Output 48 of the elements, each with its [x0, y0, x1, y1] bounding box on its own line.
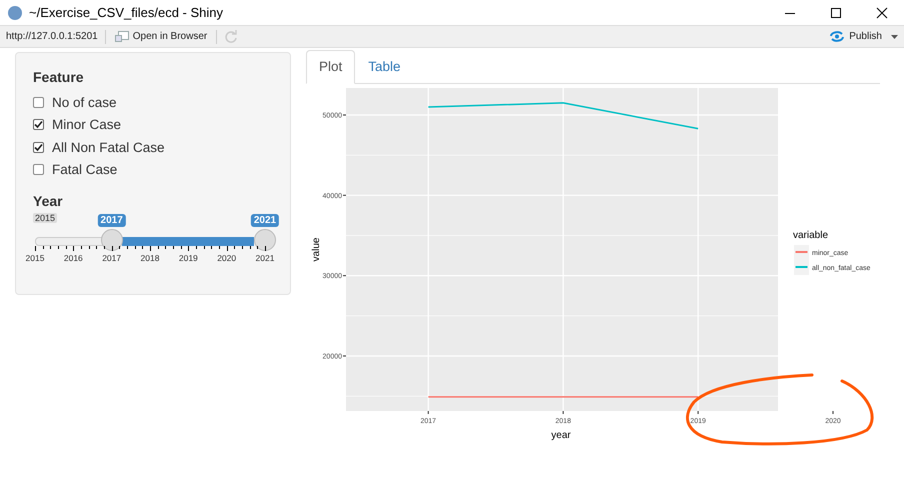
x-axis-tick	[562, 410, 564, 414]
tick-label: 2021	[256, 253, 274, 263]
feature-heading: Feature	[33, 69, 85, 85]
publish-icon	[829, 31, 846, 42]
tab[interactable]: Table	[355, 50, 414, 84]
y-axis-tick	[342, 194, 346, 196]
checkbox[interactable]	[33, 119, 44, 130]
legend-title: variable	[793, 230, 828, 241]
checkbox[interactable]	[33, 164, 44, 176]
tab[interactable]: Plot	[306, 50, 356, 84]
caret-icon[interactable]	[891, 34, 898, 38]
tick-label: 2016	[64, 253, 83, 263]
slider-handle[interactable]	[100, 229, 123, 251]
min-label: 2015	[33, 213, 58, 223]
year-heading: Year	[33, 193, 64, 209]
tick-label: 2017	[102, 253, 122, 263]
slider-track	[35, 237, 103, 246]
checkbox-label[interactable]: No of case	[52, 94, 117, 110]
checkbox[interactable]	[33, 96, 44, 108]
y-axis-tick	[342, 114, 346, 116]
checkbox-label[interactable]: Minor Case	[52, 117, 122, 132]
legend-key	[794, 245, 809, 260]
url-text: http://127.0.0.1:5201	[6, 31, 98, 42]
close-icon[interactable]	[876, 6, 888, 18]
legend-key	[794, 260, 809, 275]
x-axis-tick	[832, 410, 834, 414]
checkbox-label[interactable]: Fatal Case	[52, 162, 118, 178]
tick-label: 2018	[140, 253, 160, 263]
tick-label: 2015	[26, 253, 44, 263]
maximize-icon[interactable]	[830, 6, 842, 18]
tick-label: 2020	[217, 253, 236, 263]
window-icon	[114, 31, 129, 42]
y-axis-title: value	[311, 238, 322, 262]
y-axis-tick	[342, 275, 346, 276]
r-logo-icon	[8, 6, 22, 20]
window-title: ~/Exercise_CSV_files/ecd - Shiny	[29, 5, 224, 20]
value-label: 2017	[98, 214, 126, 227]
slider-handle[interactable]	[254, 229, 276, 251]
tick-label: 2019	[178, 253, 198, 263]
checkbox-label[interactable]: All Non Fatal Case	[52, 140, 165, 155]
publish-button[interactable]: Publish	[827, 30, 884, 43]
checkbox[interactable]	[33, 142, 44, 153]
open-in-browser-button[interactable]: Open in Browser	[112, 30, 210, 43]
value-label: 2021	[250, 214, 280, 227]
y-axis-tick	[342, 355, 346, 356]
x-axis-title: year	[551, 430, 571, 441]
x-axis-tick	[428, 410, 429, 414]
x-axis-tick	[698, 410, 699, 414]
